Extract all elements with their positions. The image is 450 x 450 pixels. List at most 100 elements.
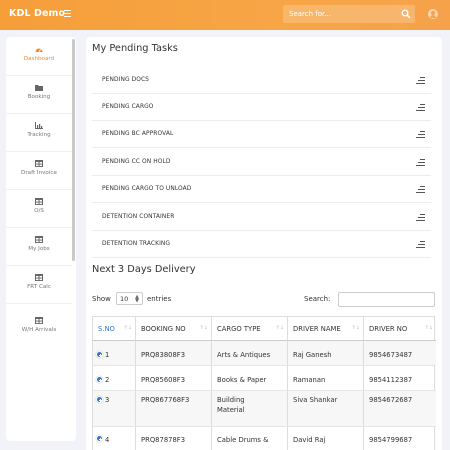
task-row-pending-bc-approval[interactable]: PENDING BC APPROVAL	[92, 121, 431, 148]
cell-text: 1	[105, 351, 110, 359]
task-row-pending-cc-on-hold[interactable]: PENDING CC ON HOLD	[92, 149, 431, 176]
sidebar-item-label: My Jobs	[28, 246, 50, 252]
sort-arrows-icon: ↑↓	[424, 325, 433, 331]
sidebar-item-label: Booking	[27, 94, 51, 100]
table-icon	[35, 236, 43, 243]
search-icon[interactable]	[401, 9, 411, 19]
table-cell-booking: PRQ83808F3	[136, 341, 212, 366]
show-label: Show	[92, 295, 111, 303]
table-cell-cargo: Arts & Antiques	[212, 341, 288, 366]
expand-row-icon[interactable]	[96, 435, 103, 442]
table-cell-sno: 1	[93, 341, 136, 366]
column-header-driver-name[interactable]: DRIVER NAME ↑↓	[288, 317, 364, 341]
cell-text: 3	[105, 396, 110, 404]
sidebar-item-dashboard[interactable]: Dashboard	[6, 37, 72, 75]
column-header-driver-no[interactable]: DRIVER NO ↑↓	[364, 317, 436, 341]
expand-row-icon[interactable]	[96, 396, 103, 403]
table-cell-booking: PRQ85608F3	[136, 366, 212, 391]
global-search	[283, 5, 415, 23]
sidebar-item-label: FRT Calc	[27, 284, 51, 290]
column-header-label: CARGO TYPE	[217, 325, 261, 333]
table-icon	[35, 317, 43, 324]
sidebar-item-wh-arrivals[interactable]: W/H Arrivals	[6, 308, 72, 346]
sort-lines-icon[interactable]	[416, 131, 425, 139]
column-header-booking-no[interactable]: BOOKING NO ↑↓	[136, 317, 212, 341]
sidebar-scrollbar[interactable]	[72, 39, 75, 261]
task-label: PENDING CC ON HOLD	[102, 159, 171, 165]
sidebar-item-label: Draft Invoice	[21, 170, 57, 176]
sidebar-item-draft-invoice[interactable]: Draft Invoice	[6, 151, 72, 189]
app-brand[interactable]: KDL Demo	[9, 8, 65, 19]
task-row-pending-docs[interactable]: PENDING DOCS	[92, 67, 431, 94]
sort-arrows-icon: ↑↓	[351, 325, 360, 331]
sort-arrows-icon: ↑↓	[123, 325, 132, 331]
sort-lines-icon[interactable]	[416, 159, 425, 167]
table-cell-booking: PRQ867768F3	[136, 391, 212, 427]
pending-tasks-title: My Pending Tasks	[92, 43, 178, 54]
column-header-label: DRIVER NAME	[293, 325, 341, 333]
delivery-table: S.NO ↑↓ BOOKING NO ↑↓ CARGO TYPE ↑↓ DRIVER …	[92, 316, 436, 450]
user-avatar-icon[interactable]	[428, 9, 438, 19]
task-row-detention-container[interactable]: DETENTION CONTAINER	[92, 204, 431, 231]
entries-value: 10	[120, 295, 129, 303]
expand-row-icon[interactable]	[96, 376, 103, 383]
chart-icon	[35, 122, 43, 129]
table-cell-sno: 4	[93, 427, 136, 450]
task-row-pending-cargo-to-unload[interactable]: PENDING CARGO TO UNLOAD	[92, 176, 431, 203]
sort-lines-icon[interactable]	[416, 186, 425, 194]
table-icon	[35, 198, 43, 205]
sidebar-item-os[interactable]: O/S	[6, 189, 72, 227]
table-search-input[interactable]	[338, 292, 435, 307]
sidebar-item-tracking[interactable]: Tracking	[6, 113, 72, 151]
table-icon	[35, 160, 43, 167]
dashboard-icon	[35, 48, 43, 53]
select-arrows-icon: ▲ ▼	[135, 294, 139, 304]
sort-lines-icon[interactable]	[416, 77, 425, 85]
table-search-label: Search:	[304, 295, 331, 303]
table-icon	[35, 274, 43, 281]
table-cell-driver: Siva Shankar	[288, 391, 364, 427]
divider	[6, 303, 72, 304]
sidebar-item-label: W/H Arrivals	[21, 327, 57, 333]
sidebar-item-my-jobs[interactable]: My Jobs	[6, 227, 72, 265]
folder-icon	[35, 85, 43, 91]
sort-arrows-icon: ↑↓	[199, 325, 208, 331]
task-row-pending-cargo[interactable]: PENDING CARGO	[92, 94, 431, 121]
column-header-label: BOOKING NO	[141, 325, 186, 333]
sort-lines-icon[interactable]	[416, 214, 425, 222]
column-header-cargo-type[interactable]: CARGO TYPE ↑↓	[212, 317, 288, 341]
search-input[interactable]	[283, 5, 393, 23]
sidebar-item-label: Tracking	[27, 132, 51, 138]
sidebar-item-frt-calc[interactable]: FRT Calc	[6, 265, 72, 303]
table-cell-cargo: Building Material	[212, 391, 288, 427]
sidebar-item-booking[interactable]: Booking	[6, 75, 72, 113]
table-cell-phone: 9854112387	[364, 366, 436, 391]
task-label: PENDING CARGO TO UNLOAD	[102, 186, 192, 192]
column-header-sno[interactable]: S.NO ↑↓	[93, 317, 136, 341]
column-header-label: S.NO	[98, 325, 115, 333]
task-label: DETENTION TRACKING	[102, 241, 171, 247]
task-label: PENDING CARGO	[102, 104, 154, 110]
task-label: PENDING DOCS	[102, 77, 150, 83]
sort-lines-icon[interactable]	[416, 104, 425, 112]
table-cell-cargo: Cable Drums &	[212, 427, 288, 450]
sort-lines-icon[interactable]	[416, 241, 425, 249]
delivery-title: Next 3 Days Delivery	[92, 264, 196, 275]
table-cell-sno: 2	[93, 366, 136, 391]
hamburger-menu-icon[interactable]	[64, 10, 71, 18]
sidebar-item-label: Dashboard	[23, 56, 55, 62]
task-row-detention-tracking[interactable]: DETENTION TRACKING	[92, 231, 431, 258]
main-panel: My Pending Tasks PENDING DOCS PENDING CA…	[86, 37, 442, 450]
table-cell-driver: David Raj	[288, 427, 364, 450]
sidebar-item-label: O/S	[34, 208, 44, 214]
table-cell-phone: 9854799687	[364, 427, 436, 450]
task-label: PENDING BC APPROVAL	[102, 131, 174, 137]
table-cell-driver: Ramanan	[288, 366, 364, 391]
cell-text: 4	[105, 436, 110, 444]
top-bar: KDL Demo	[0, 0, 450, 30]
entries-select[interactable]: 10 ▲ ▼	[116, 292, 143, 305]
entries-label: entries	[147, 295, 172, 303]
column-header-label: DRIVER NO	[369, 325, 408, 333]
table-cell-driver: Raj Ganesh	[288, 341, 364, 366]
expand-row-icon[interactable]	[96, 351, 103, 358]
